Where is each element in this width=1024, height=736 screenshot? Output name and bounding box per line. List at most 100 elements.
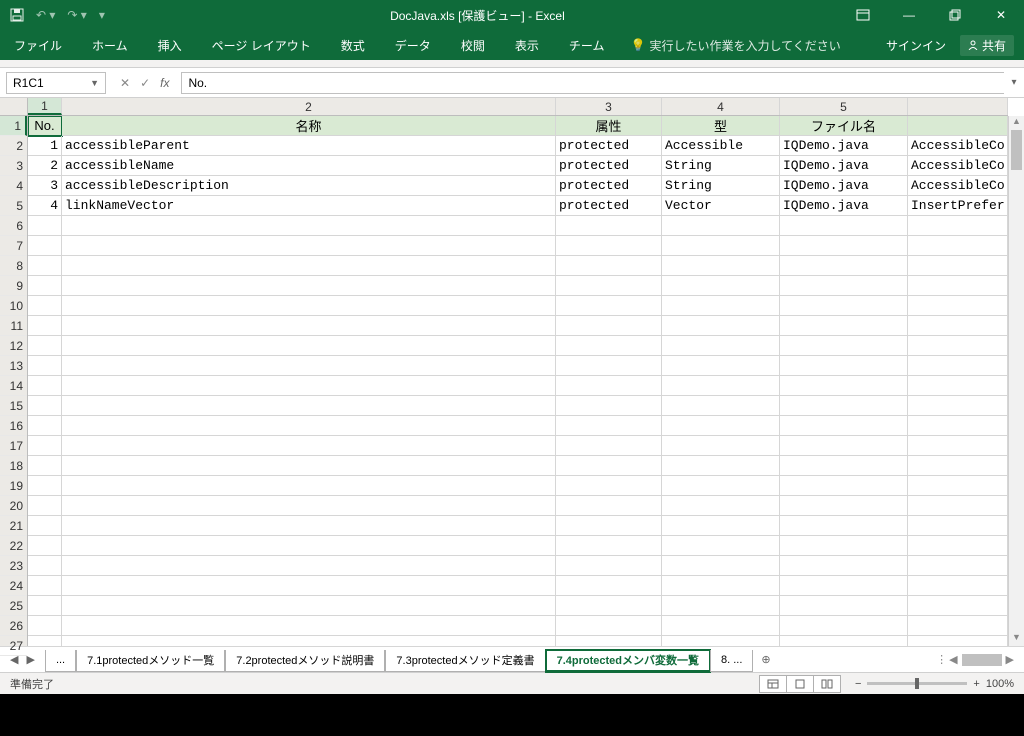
hscroll-right-icon[interactable]: ▶ (1006, 653, 1014, 666)
cell[interactable] (62, 636, 556, 646)
sheet-tab[interactable]: 8. ... (710, 650, 753, 672)
cell[interactable]: IQDemo.java (780, 176, 908, 196)
cell[interactable] (28, 476, 62, 496)
cell[interactable] (908, 516, 1008, 536)
cell[interactable] (62, 356, 556, 376)
cell[interactable] (62, 396, 556, 416)
zoom-out-button[interactable]: − (855, 678, 861, 690)
cell[interactable] (662, 456, 780, 476)
row-header[interactable]: 9 (0, 276, 27, 296)
cell[interactable] (780, 256, 908, 276)
cell[interactable] (62, 296, 556, 316)
column-header[interactable]: 3 (556, 98, 662, 115)
cell[interactable] (780, 576, 908, 596)
maximize-button[interactable] (932, 0, 978, 30)
cell[interactable] (662, 296, 780, 316)
row-header[interactable]: 13 (0, 356, 27, 376)
tab-team[interactable]: チーム (565, 37, 609, 54)
cell[interactable] (908, 336, 1008, 356)
view-normal-button[interactable] (759, 675, 787, 693)
cell[interactable] (28, 556, 62, 576)
cell[interactable] (62, 476, 556, 496)
cell[interactable]: 1 (28, 136, 62, 156)
row-header[interactable]: 21 (0, 516, 27, 536)
cell[interactable]: String (662, 156, 780, 176)
cell[interactable] (556, 476, 662, 496)
cell[interactable] (556, 416, 662, 436)
row-header[interactable]: 14 (0, 376, 27, 396)
cell[interactable]: InsertPrefer (908, 196, 1008, 216)
row-header[interactable]: 5 (0, 196, 27, 216)
row-header[interactable]: 2 (0, 136, 27, 156)
new-sheet-button[interactable]: ⊕ (753, 653, 778, 666)
cell[interactable] (556, 336, 662, 356)
cell[interactable] (662, 576, 780, 596)
tab-home[interactable]: ホーム (88, 37, 132, 54)
cell[interactable]: 型 (662, 116, 780, 136)
cell[interactable] (556, 216, 662, 236)
qat-customize-icon[interactable]: ▾ (99, 8, 105, 22)
formula-input[interactable]: No. (181, 72, 1004, 94)
column-header[interactable]: 4 (662, 98, 780, 115)
sheet-tab[interactable]: 7.1protectedメソッド一覧 (76, 650, 225, 672)
sign-in-link[interactable]: サインイン (886, 37, 946, 54)
cell[interactable] (62, 236, 556, 256)
expand-formula-bar-icon[interactable]: ▾ (1004, 77, 1024, 88)
cell[interactable] (662, 496, 780, 516)
cell[interactable] (780, 616, 908, 636)
cell[interactable] (28, 276, 62, 296)
cell[interactable] (62, 456, 556, 476)
cell[interactable] (62, 276, 556, 296)
save-icon[interactable] (10, 8, 24, 22)
cell[interactable] (62, 556, 556, 576)
cell[interactable] (28, 336, 62, 356)
row-header[interactable]: 27 (0, 636, 27, 656)
cell[interactable] (556, 596, 662, 616)
cell[interactable] (780, 216, 908, 236)
cell[interactable] (62, 576, 556, 596)
undo-icon[interactable]: ↶ ▾ (36, 8, 55, 22)
row-header[interactable]: 4 (0, 176, 27, 196)
cell[interactable] (662, 616, 780, 636)
cell[interactable] (908, 536, 1008, 556)
cell[interactable]: 3 (28, 176, 62, 196)
zoom-slider[interactable] (867, 682, 967, 685)
cell[interactable] (662, 516, 780, 536)
cell[interactable] (62, 496, 556, 516)
cell[interactable] (908, 576, 1008, 596)
column-header[interactable]: 2 (62, 98, 556, 115)
cell[interactable] (28, 316, 62, 336)
sheet-tab[interactable]: 7.4protectedメンバ変数一覧 (546, 650, 710, 672)
name-box[interactable]: R1C1 ▼ (6, 72, 106, 94)
cell[interactable] (662, 276, 780, 296)
zoom-in-button[interactable]: + (973, 678, 979, 690)
cell[interactable] (662, 416, 780, 436)
cell[interactable]: Accessible (662, 136, 780, 156)
tab-formulas[interactable]: 数式 (337, 37, 369, 54)
cell[interactable] (556, 316, 662, 336)
row-header[interactable]: 10 (0, 296, 27, 316)
cell[interactable] (908, 476, 1008, 496)
cell[interactable]: Vector (662, 196, 780, 216)
scroll-up-icon[interactable]: ▲ (1009, 116, 1024, 130)
cell[interactable] (908, 276, 1008, 296)
cell[interactable] (556, 576, 662, 596)
row-header[interactable]: 24 (0, 576, 27, 596)
cell[interactable] (556, 356, 662, 376)
cell[interactable] (662, 476, 780, 496)
cell[interactable] (780, 396, 908, 416)
enter-formula-icon[interactable]: ✓ (140, 76, 150, 90)
row-header[interactable]: 19 (0, 476, 27, 496)
cell[interactable] (28, 536, 62, 556)
close-button[interactable]: ✕ (978, 0, 1024, 30)
cell[interactable] (662, 216, 780, 236)
cell[interactable] (662, 376, 780, 396)
column-header[interactable]: 5 (780, 98, 908, 115)
cell[interactable] (908, 256, 1008, 276)
cell[interactable] (662, 556, 780, 576)
cell[interactable]: accessibleDescription (62, 176, 556, 196)
cell[interactable] (662, 436, 780, 456)
cell[interactable] (28, 636, 62, 646)
tab-data[interactable]: データ (391, 37, 435, 54)
cell[interactable]: 4 (28, 196, 62, 216)
